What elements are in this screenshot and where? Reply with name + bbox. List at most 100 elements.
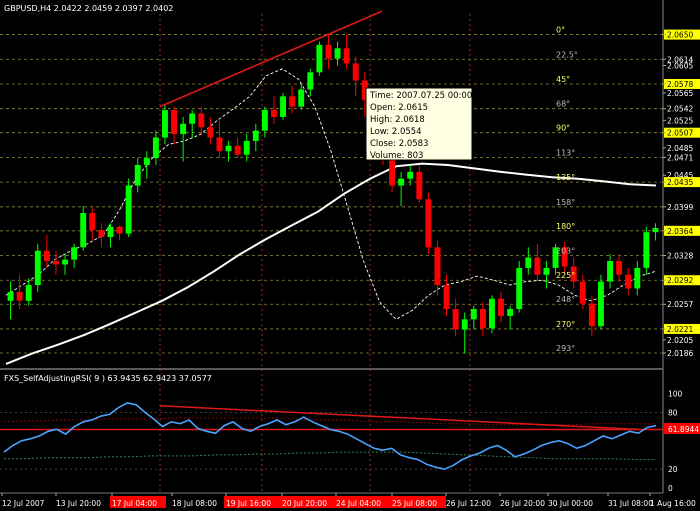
rsi-tick-label: 80 — [668, 408, 678, 417]
bullish-candle[interactable] — [461, 319, 468, 330]
bullish-candle[interactable] — [143, 158, 150, 165]
bullish-candle[interactable] — [398, 178, 405, 186]
bullish-candle[interactable] — [307, 72, 314, 90]
fib-level-label: 45° — [556, 75, 570, 84]
rsi-tick-label: 100 — [668, 389, 683, 398]
time-axis-label: 30 Jul 00:00 — [548, 499, 593, 508]
bullish-candle[interactable] — [507, 309, 514, 316]
price-tick-label: 2.0542 — [667, 105, 693, 114]
bearish-candle[interactable] — [588, 303, 595, 327]
price-tick-label: 2.0435 — [667, 178, 693, 187]
bullish-candle[interactable] — [516, 267, 523, 310]
bullish-candle[interactable] — [225, 145, 232, 152]
bearish-candle[interactable] — [16, 291, 23, 301]
bullish-candle[interactable] — [643, 232, 650, 268]
fib-level-label: 270° — [556, 320, 575, 329]
bearish-candle[interactable] — [443, 285, 450, 310]
bullish-candle[interactable] — [180, 123, 187, 135]
fib-level-label: 22.5° — [556, 50, 578, 59]
bullish-candle[interactable] — [243, 140, 250, 155]
bearish-candle[interactable] — [416, 171, 423, 200]
bearish-candle[interactable] — [234, 145, 241, 155]
bullish-candle[interactable] — [62, 259, 68, 265]
bearish-candle[interactable] — [616, 261, 623, 275]
bullish-candle[interactable] — [543, 267, 550, 275]
price-tick-label: 2.0471 — [667, 153, 693, 162]
bearish-candle[interactable] — [207, 127, 214, 138]
bearish-candle[interactable] — [452, 309, 459, 330]
bullish-candle[interactable] — [280, 96, 286, 117]
fib-level-label: 248° — [556, 295, 575, 304]
bullish-candle[interactable] — [80, 212, 87, 248]
rsi-tick-label: 20 — [668, 465, 678, 474]
bullish-candle[interactable] — [261, 110, 268, 131]
bearish-candle[interactable] — [579, 281, 586, 304]
bullish-candle[interactable] — [316, 44, 323, 73]
bearish-candle[interactable] — [479, 309, 486, 329]
bearish-candle[interactable] — [498, 298, 504, 316]
time-axis-label: 17 Jul 04:00 — [112, 499, 157, 508]
indicator-label: FXS_SelfAdjustingRSI( 9 ) 63.9435 62.942… — [4, 374, 212, 383]
bullish-candle[interactable] — [252, 130, 259, 141]
bullish-candle[interactable] — [407, 171, 414, 179]
bullish-candle[interactable] — [489, 298, 495, 329]
bearish-candle[interactable] — [271, 110, 277, 117]
bearish-candle[interactable] — [43, 250, 50, 262]
time-axis-label: 19 Jul 16:00 — [226, 499, 271, 508]
bullish-candle[interactable] — [334, 48, 341, 59]
rsi-tick-label: 0 — [668, 484, 673, 493]
bullish-candle[interactable] — [152, 137, 159, 159]
bearish-candle[interactable] — [171, 110, 177, 135]
bearish-candle[interactable] — [352, 63, 359, 81]
bearish-candle[interactable] — [116, 226, 123, 234]
time-axis-label: 26 Jul 20:00 — [500, 499, 545, 508]
bullish-candle[interactable] — [25, 285, 32, 301]
candle-tooltip: Time: 2007.07.25 00:00 Open: 2.0615 High… — [365, 87, 473, 161]
bullish-candle[interactable] — [7, 291, 14, 301]
bearish-candle[interactable] — [198, 113, 205, 128]
bullish-candle[interactable] — [71, 247, 78, 260]
bearish-candle[interactable] — [425, 199, 432, 248]
time-axis-label: 25 Jul 08:00 — [392, 499, 437, 508]
fib-level-label: 90° — [556, 124, 570, 133]
bullish-candle[interactable] — [470, 309, 477, 320]
bearish-candle[interactable] — [534, 257, 541, 275]
bullish-candle[interactable] — [189, 113, 196, 124]
bearish-candle[interactable] — [216, 137, 223, 152]
bearish-candle[interactable] — [434, 247, 441, 286]
bearish-candle[interactable] — [89, 212, 96, 231]
bullish-candle[interactable] — [34, 250, 41, 286]
bearish-candle[interactable] — [289, 96, 296, 107]
tooltip-low: Low: 2.0554 — [370, 127, 422, 137]
bullish-candle[interactable] — [107, 226, 114, 238]
tooltip-volume: Volume: 803 — [370, 151, 423, 161]
bullish-candle[interactable] — [652, 228, 659, 233]
price-tick-label: 2.0292 — [667, 276, 693, 285]
bullish-candle[interactable] — [298, 89, 305, 107]
bullish-candle[interactable] — [598, 281, 604, 327]
fib-level-label: 113° — [556, 148, 575, 157]
bullish-candle[interactable] — [162, 110, 168, 138]
bearish-candle[interactable] — [53, 261, 59, 265]
fib-level-label: 158° — [556, 198, 575, 207]
bullish-candle[interactable] — [125, 185, 132, 234]
symbol-quote-header: GBPUSD,H4 2.0422 2.0459 2.0397 2.0402 — [4, 4, 173, 13]
price-tick-label: 2.0221 — [667, 325, 693, 334]
bullish-candle[interactable] — [634, 267, 641, 289]
tooltip-high: High: 2.0618 — [370, 115, 425, 125]
time-axis-label: 24 Jul 04:00 — [336, 499, 381, 508]
bearish-candle[interactable] — [343, 48, 350, 64]
price-tick-label: 2.0525 — [667, 116, 693, 125]
price-tick-label: 2.0565 — [667, 89, 693, 98]
bullish-candle[interactable] — [525, 257, 532, 268]
bearish-candle[interactable] — [625, 274, 632, 289]
price-tick-label: 2.0257 — [667, 300, 693, 309]
bearish-candle[interactable] — [325, 44, 332, 59]
bearish-candle[interactable] — [98, 230, 105, 238]
bullish-candle[interactable] — [607, 261, 613, 282]
bearish-candle[interactable] — [389, 158, 395, 186]
time-axis-label: 31 Jul 08:00 — [608, 499, 653, 508]
rsi-level-badge-text: 61.8944 — [668, 425, 699, 434]
bullish-candle[interactable] — [134, 164, 141, 186]
fib-level-label: 180° — [556, 222, 575, 231]
